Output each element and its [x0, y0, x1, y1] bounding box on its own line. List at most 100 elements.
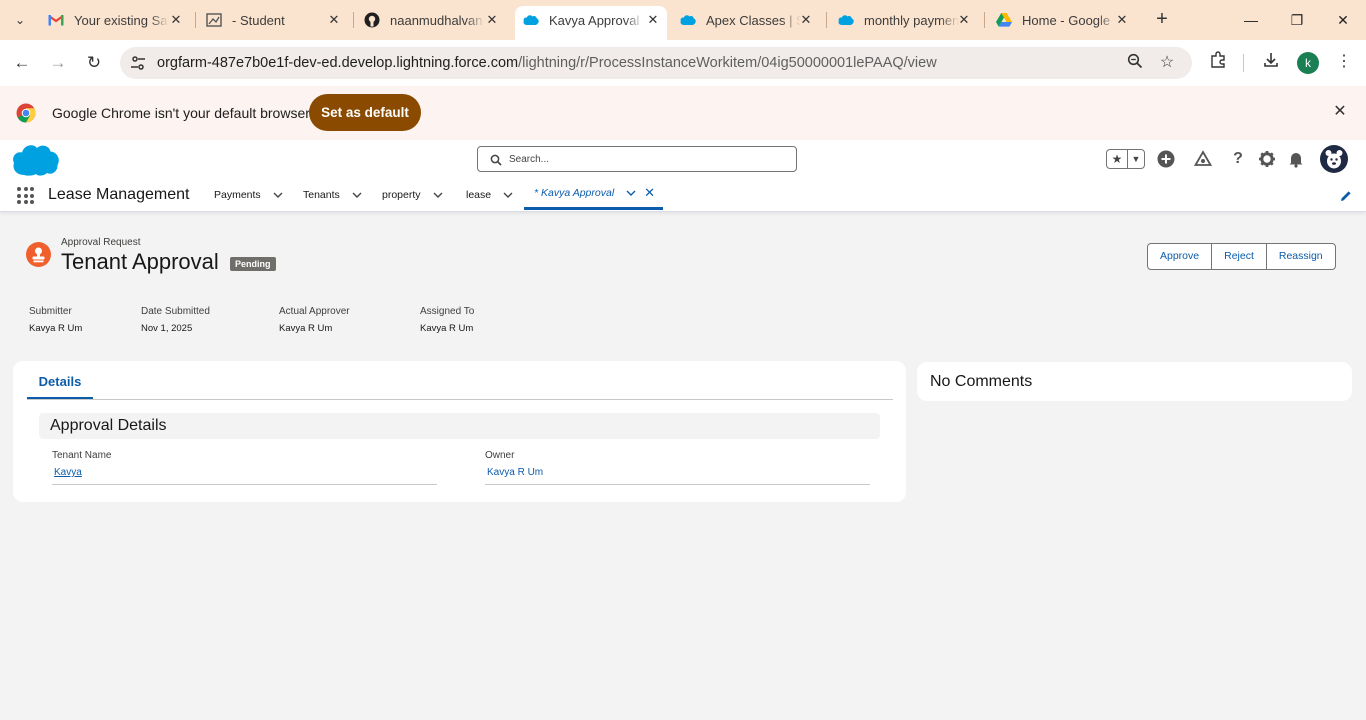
tab-details[interactable]: Details — [27, 374, 93, 399]
close-window-icon[interactable]: ✕ — [1331, 8, 1355, 32]
tab-separator — [195, 12, 196, 28]
close-infobar-icon[interactable]: ✕ — [1330, 102, 1350, 122]
browser-tab-gmail[interactable]: Your existing Sal ✕ — [48, 6, 190, 34]
student-icon — [206, 12, 222, 28]
trailhead-icon[interactable] — [1193, 150, 1213, 168]
browser-tab-google-drive[interactable]: Home - Google ✕ — [996, 6, 1136, 34]
reload-icon[interactable]: ↻ — [81, 50, 107, 76]
nav-item-payments[interactable]: Payments — [214, 178, 283, 212]
close-tab-icon[interactable]: ✕ — [798, 12, 814, 28]
field-value: Nov 1, 2025 — [141, 323, 193, 334]
salesforce-cloud-icon — [680, 12, 696, 28]
tab-title: Kavya Approval | — [549, 12, 644, 28]
chevron-down-icon[interactable] — [433, 190, 443, 200]
url-host: orgfarm-487e7b0e1f-dev-ed.develop.lightn… — [157, 55, 519, 71]
browser-tab-kavya-approval[interactable]: Kavya Approval | ✕ — [515, 6, 667, 40]
downloads-icon[interactable] — [1260, 51, 1282, 73]
url-text: orgfarm-487e7b0e1f-dev-ed.develop.lightn… — [157, 55, 937, 71]
field-value: Kavya R Um — [279, 323, 333, 334]
site-info-icon[interactable] — [128, 53, 148, 73]
restore-window-icon[interactable]: ❐ — [1285, 8, 1309, 32]
tab-divider — [27, 399, 893, 400]
close-tab-icon[interactable]: ✕ — [644, 185, 655, 201]
close-tab-icon[interactable]: ✕ — [1114, 12, 1130, 28]
browser-tab-monthly-payment[interactable]: monthly paymen ✕ — [838, 6, 978, 34]
reject-button[interactable]: Reject — [1211, 244, 1266, 269]
approve-button[interactable]: Approve — [1148, 244, 1211, 269]
field-label: Tenant Name — [52, 450, 112, 461]
nav-item-kavya-approval[interactable]: * Kavya Approval ✕ — [524, 178, 664, 210]
zoom-icon[interactable] — [1125, 53, 1145, 73]
chevron-down-icon[interactable] — [352, 190, 362, 200]
field-value: Kavya R Um — [29, 323, 83, 334]
profile-avatar[interactable]: k — [1297, 52, 1319, 74]
nav-item-property[interactable]: property — [382, 178, 443, 212]
bookmark-star-icon[interactable]: ☆ — [1157, 53, 1177, 73]
back-arrow-icon[interactable]: ← — [9, 50, 35, 76]
field-value: Kavya R Um — [420, 323, 474, 334]
global-create-icon[interactable] — [1157, 150, 1175, 168]
tab-title: monthly paymen — [864, 12, 959, 28]
tenant-name-link[interactable]: Kavya — [54, 467, 82, 478]
close-tab-icon[interactable]: ✕ — [484, 12, 500, 28]
tab-separator — [353, 12, 354, 28]
close-tab-icon[interactable]: ✕ — [326, 12, 342, 28]
close-tab-icon[interactable]: ✕ — [956, 12, 972, 28]
app-name: Lease Management — [48, 186, 190, 203]
tab-search-chevron-icon[interactable]: ⌄ — [8, 8, 32, 32]
nav-item-lease[interactable]: lease — [466, 178, 513, 212]
favorites-dropdown-icon[interactable]: ▼ — [1128, 150, 1144, 168]
comments-card: No Comments — [917, 362, 1352, 401]
tab-separator — [826, 12, 827, 28]
favorites-group: ★ ▼ — [1106, 149, 1145, 169]
edit-nav-pencil-icon[interactable] — [1340, 189, 1352, 201]
nav-item-label: Payments — [214, 189, 261, 201]
highlight-field-date-submitted: Date Submitted Nov 1, 2025 — [141, 306, 210, 334]
set-as-default-button[interactable]: Set as default — [309, 94, 421, 131]
new-tab-plus-icon[interactable]: + — [1150, 8, 1174, 32]
salesforce-search-input[interactable]: Search... — [477, 146, 797, 172]
field-label: Submitter — [29, 306, 72, 317]
help-icon[interactable]: ? — [1229, 150, 1247, 168]
owner-link[interactable]: Kavya R Um — [487, 467, 543, 478]
field-label: Assigned To — [420, 306, 475, 317]
extensions-icon[interactable] — [1207, 51, 1229, 73]
details-card: Details Approval Details Tenant Name Kav… — [13, 361, 906, 502]
address-bar[interactable]: orgfarm-487e7b0e1f-dev-ed.develop.lightn… — [120, 47, 1192, 79]
setup-gear-icon[interactable] — [1258, 150, 1276, 168]
forward-arrow-icon[interactable]: → — [45, 50, 71, 76]
app-launcher-icon[interactable] — [17, 187, 34, 204]
reassign-button[interactable]: Reassign — [1265, 244, 1335, 269]
tab-title: Home - Google — [1022, 12, 1111, 28]
nav-item-tenants[interactable]: Tenants — [303, 178, 362, 212]
infobar-message: Google Chrome isn't your default browser — [52, 105, 310, 121]
more-menu-icon[interactable]: ⋮ — [1333, 51, 1355, 73]
notifications-bell-icon[interactable] — [1287, 150, 1305, 168]
salesforce-cloud-icon — [523, 12, 539, 28]
detail-field-owner: Owner Kavya R Um — [485, 450, 870, 485]
browser-toolbar: ← → ↻ orgfarm-487e7b0e1f-dev-ed.develop.… — [0, 40, 1366, 86]
nav-item-label: * Kavya Approval — [534, 186, 615, 199]
chevron-down-icon[interactable] — [503, 190, 513, 200]
close-tab-icon[interactable]: ✕ — [168, 12, 184, 28]
salesforce-global-header: Search... ★ ▼ ? — [0, 140, 1366, 178]
field-label: Owner — [485, 450, 515, 461]
close-tab-icon[interactable]: ✕ — [645, 12, 661, 28]
browser-tab-student[interactable]: - Student ✕ — [206, 6, 348, 34]
field-label: Date Submitted — [141, 306, 210, 317]
default-browser-infobar: Google Chrome isn't your default browser… — [0, 86, 1366, 140]
tab-title: - Student — [232, 12, 285, 28]
browser-tab-apex-classes[interactable]: Apex Classes | Sa ✕ — [680, 6, 820, 34]
salesforce-cloud-icon — [838, 12, 854, 28]
user-avatar[interactable] — [1320, 145, 1348, 173]
favorites-star-icon[interactable]: ★ — [1107, 150, 1128, 168]
chevron-down-icon[interactable] — [273, 190, 283, 200]
browser-tab-github[interactable]: naanmudhalvan ✕ — [364, 6, 506, 34]
section-header[interactable]: Approval Details — [39, 413, 880, 439]
salesforce-logo-icon[interactable] — [12, 142, 60, 176]
nav-item-label: Tenants — [303, 189, 340, 201]
detail-field-tenant-name: Tenant Name Kavya — [52, 450, 437, 485]
comments-label: No Comments — [930, 373, 1033, 390]
chevron-down-icon[interactable] — [626, 188, 636, 198]
minimize-icon[interactable]: — — [1239, 8, 1263, 32]
